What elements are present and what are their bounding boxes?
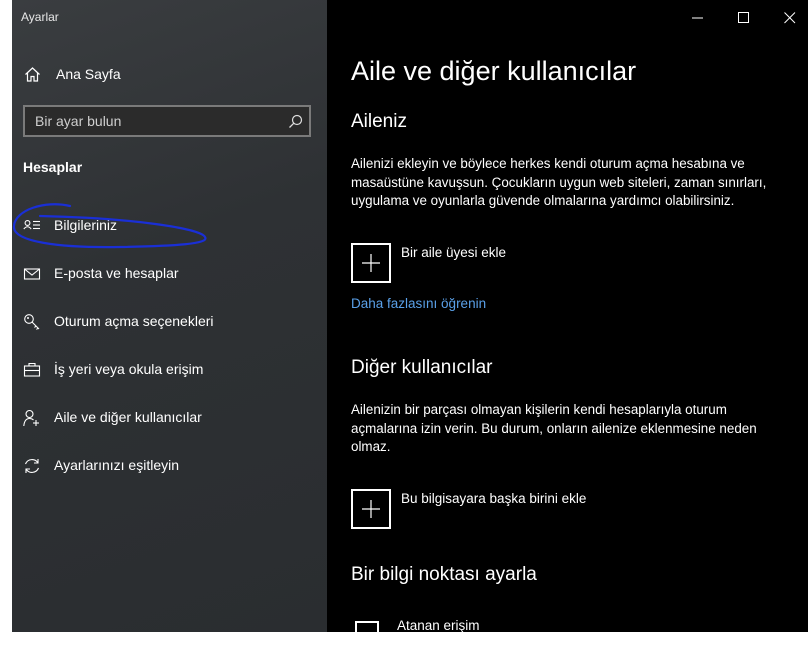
- other-users-description: Ailenizin bir parçası olmayan kişilerin …: [351, 402, 757, 454]
- sidebar-item-label: Ayarlarınızı eşitleyin: [54, 457, 180, 473]
- minimize-button[interactable]: [675, 0, 721, 34]
- search-input[interactable]: [25, 107, 285, 135]
- close-icon: [784, 12, 796, 24]
- add-other-user-label: Bu bilgisayara başka birini ekle: [401, 491, 587, 506]
- sidebar-item-your-info[interactable]: Bilgileriniz: [12, 206, 327, 246]
- family-heading: Aileniz: [351, 111, 407, 132]
- person-card-icon: [23, 220, 40, 230]
- sidebar-item-label: Oturum açma seçenekleri: [54, 313, 214, 329]
- minimize-icon: [692, 17, 703, 19]
- sidebar-item-label: Aile ve diğer kullanıcılar: [54, 409, 202, 425]
- sidebar-item-sync-settings[interactable]: Ayarlarınızı eşitleyin: [12, 446, 327, 486]
- other-users-heading: Diğer kullanıcılar: [351, 357, 493, 378]
- sync-icon: [24, 459, 40, 473]
- assigned-access-label: Atanan erişim: [397, 618, 480, 633]
- sidebar-item-sign-in-options[interactable]: Oturum açma seçenekleri: [12, 302, 327, 342]
- sidebar-item-label: E-posta ve hesaplar: [54, 265, 179, 281]
- settings-window: Ayarlar Ana Sayfa Hesaplar Bilgile: [12, 0, 810, 645]
- plus-icon: [362, 254, 380, 272]
- close-button[interactable]: [767, 0, 810, 34]
- search-box[interactable]: [23, 105, 311, 137]
- app-title: Ayarlar: [21, 10, 59, 24]
- add-person-icon: [23, 409, 39, 427]
- sidebar-item-email-accounts[interactable]: E-posta ve hesaplar: [12, 254, 327, 294]
- maximize-button[interactable]: [721, 0, 767, 34]
- home-label: Ana Sayfa: [56, 66, 121, 82]
- mail-icon: [23, 268, 41, 280]
- search-icon[interactable]: [288, 114, 303, 129]
- plus-icon: [362, 500, 380, 518]
- learn-more-link[interactable]: Daha fazlasını öğrenin: [351, 296, 486, 311]
- kiosk-heading: Bir bilgi noktası ayarla: [351, 564, 537, 585]
- sidebar-item-label: İş yeri veya okula erişim: [54, 361, 204, 377]
- sidebar-item-label: Bilgileriniz: [54, 217, 118, 233]
- content-pane: Aile ve diğer kullanıcılar Aileniz Ailen…: [327, 0, 810, 645]
- maximize-icon: [738, 12, 749, 23]
- add-family-member-label: Bir aile üyesi ekle: [401, 245, 507, 260]
- briefcase-icon: [23, 362, 41, 377]
- family-description: Ailenizi ekleyin ve böylece herkes kendi…: [351, 156, 767, 208]
- home-icon: [25, 67, 40, 82]
- page-title: Aile ve diğer kullanıcılar: [351, 56, 637, 86]
- plus-box: [351, 489, 391, 529]
- sidebar-item-family-users[interactable]: Aile ve diğer kullanıcılar: [12, 398, 327, 438]
- assigned-access-icon: [355, 621, 379, 645]
- plus-box: [351, 243, 391, 283]
- sidebar-item-work-school[interactable]: İş yeri veya okula erişim: [12, 350, 327, 390]
- home-link[interactable]: Ana Sayfa: [12, 58, 327, 90]
- key-icon: [24, 314, 40, 330]
- sidebar: Ayarlar Ana Sayfa Hesaplar Bilgile: [12, 0, 327, 632]
- section-title: Hesaplar: [23, 159, 83, 175]
